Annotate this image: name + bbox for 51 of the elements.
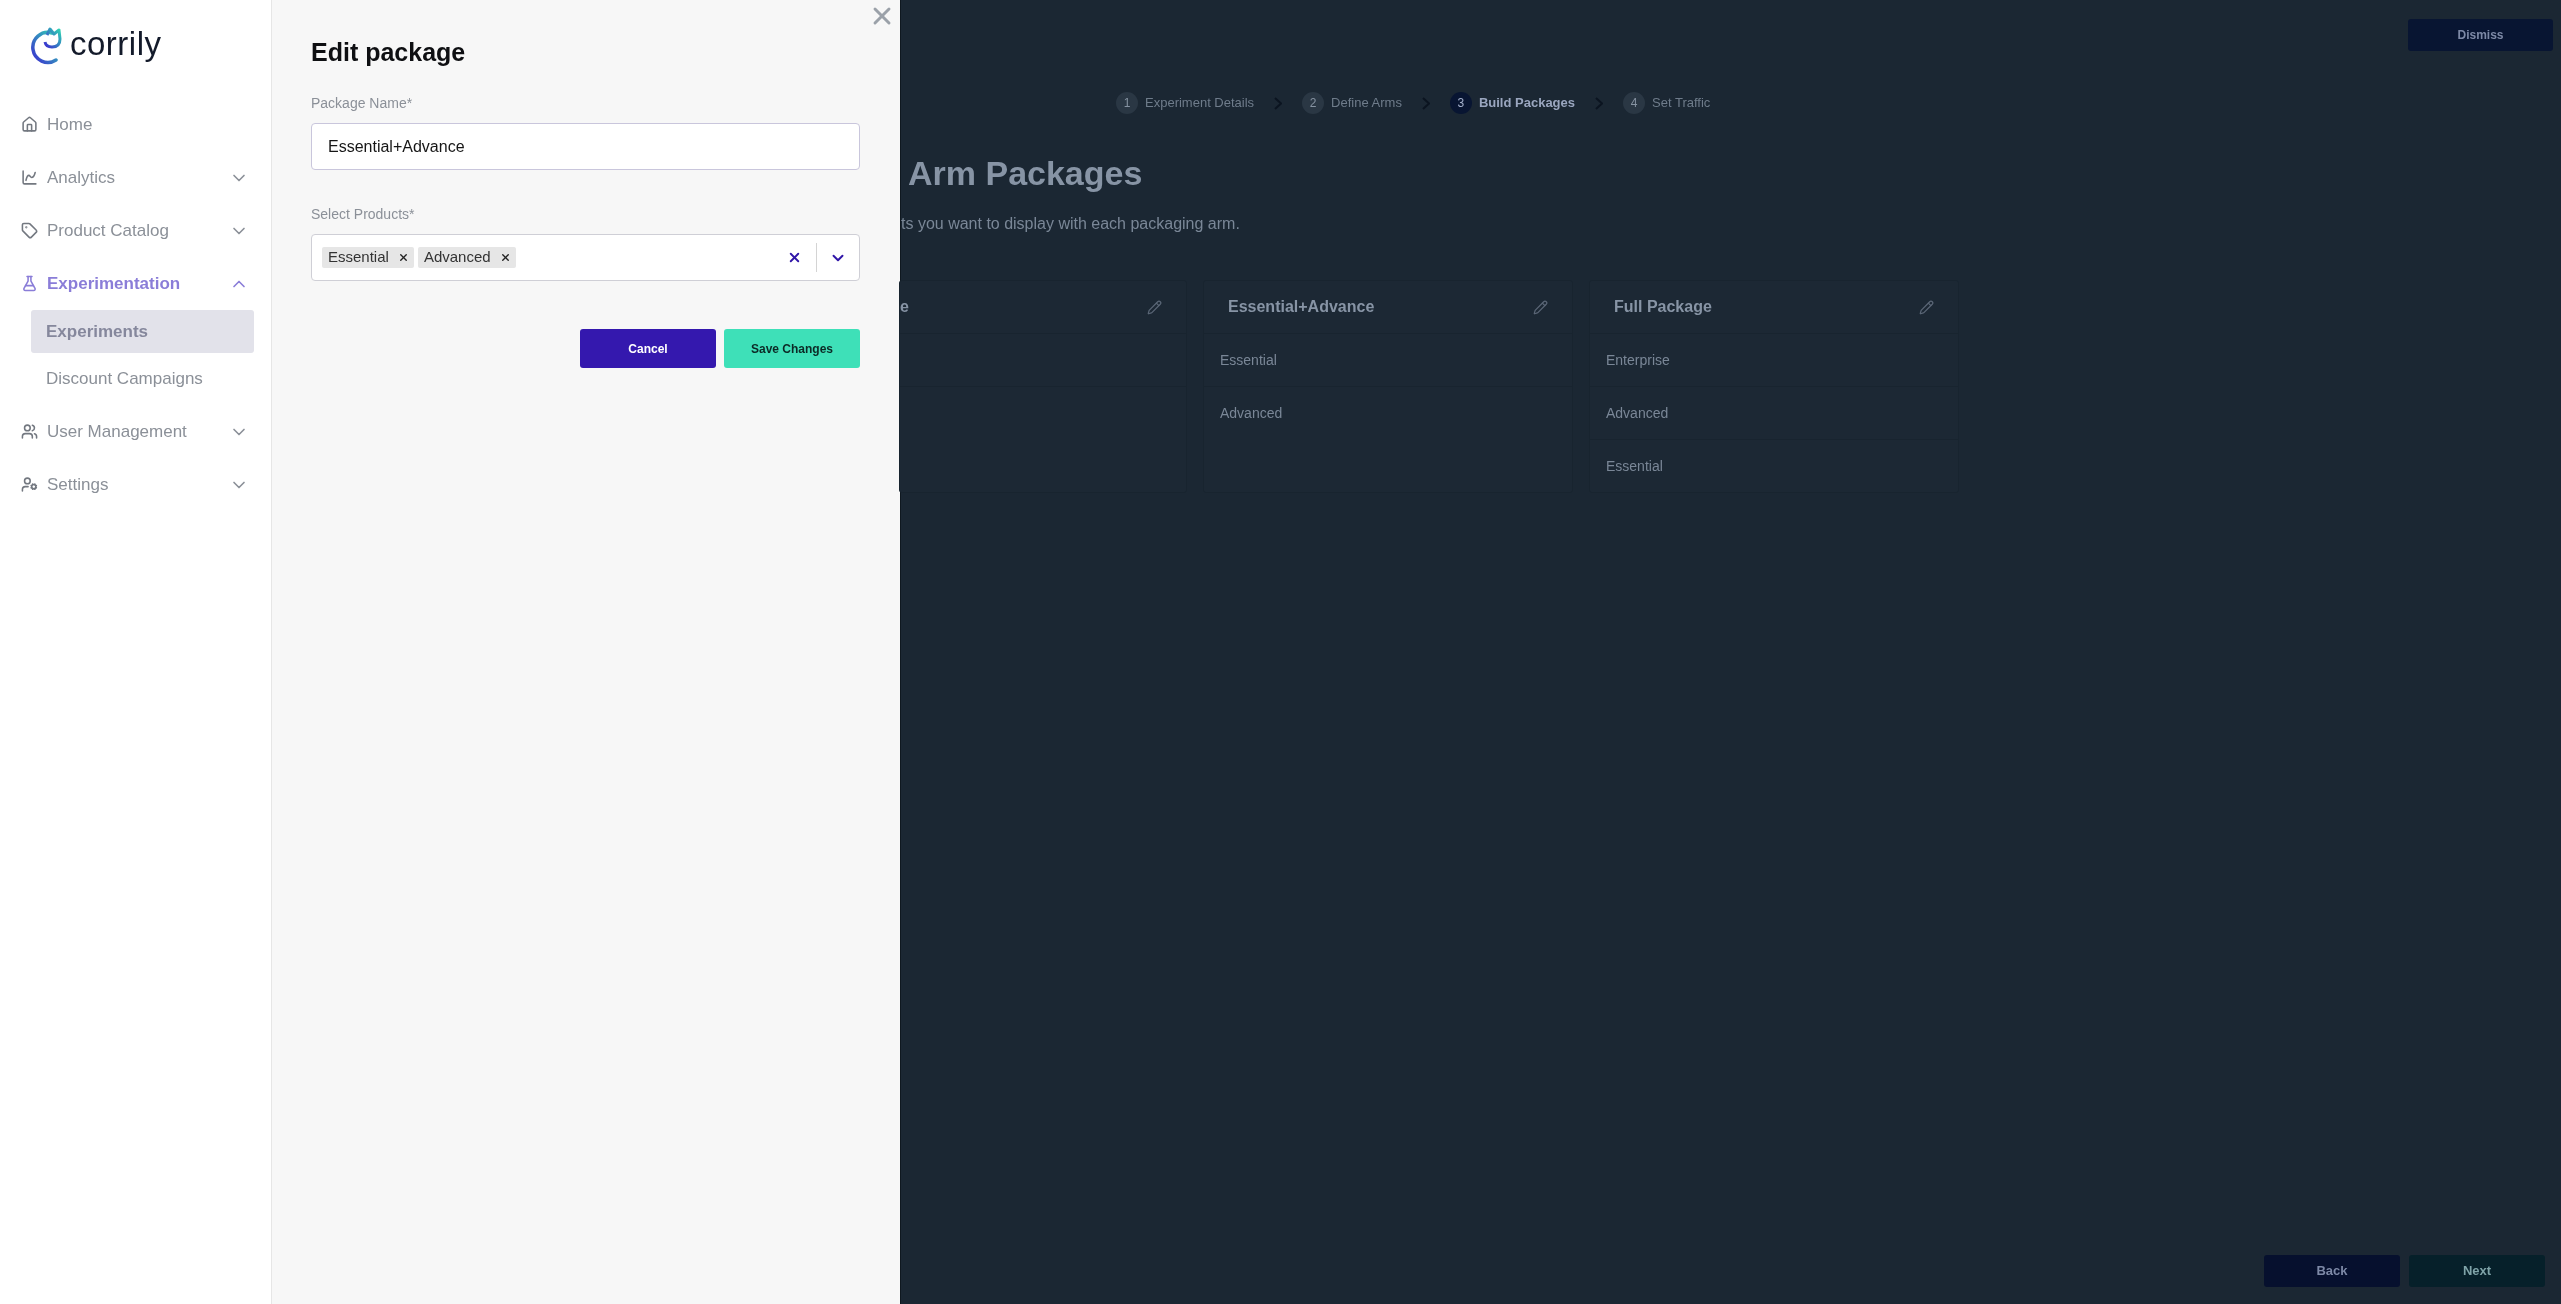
sidebar-item[interactable]: Settings bbox=[0, 458, 271, 511]
panel-title: Edit package bbox=[311, 37, 467, 68]
package-name: Full Package bbox=[1614, 297, 1713, 317]
step-label: Set Traffic bbox=[1652, 94, 1711, 113]
submenu-item[interactable]: Discount Campaigns bbox=[31, 357, 254, 400]
field-label: Select Products* bbox=[311, 205, 416, 224]
field-label: Package Name* bbox=[311, 94, 414, 113]
user-gear-icon bbox=[21, 476, 38, 493]
edit-icon[interactable] bbox=[1147, 299, 1162, 315]
sidebar-item[interactable]: Product Catalog bbox=[0, 204, 271, 257]
home-icon bbox=[21, 116, 38, 133]
users-icon bbox=[21, 423, 38, 440]
tag-label: Advanced bbox=[423, 247, 491, 268]
package-name: e bbox=[900, 297, 910, 317]
step-number: 1 bbox=[1116, 92, 1138, 114]
product-name: Essential bbox=[1220, 350, 1277, 370]
products-select[interactable]: Essential Advanced bbox=[311, 234, 860, 281]
step-label: Build Packages bbox=[1478, 94, 1576, 113]
step-number: 2 bbox=[1302, 92, 1325, 114]
logo-text: corrily bbox=[70, 26, 162, 60]
sidebar-item[interactable]: Analytics bbox=[0, 151, 271, 204]
package-name: Essential+Advance bbox=[1228, 297, 1376, 317]
product-name: Advanced bbox=[1220, 403, 1283, 423]
chart-icon bbox=[21, 169, 38, 186]
edit-icon[interactable] bbox=[1533, 299, 1548, 315]
step-number: 3 bbox=[1449, 92, 1472, 114]
page-title: Arm Packages bbox=[908, 153, 1144, 193]
flask-icon bbox=[21, 275, 38, 292]
next-button[interactable]: Next bbox=[2409, 1255, 2545, 1287]
remove-tag-icon[interactable] bbox=[499, 252, 511, 263]
step-label: Define Arms bbox=[1331, 94, 1402, 113]
sidebar-item[interactable]: Experimentation bbox=[0, 257, 271, 310]
submenu-item[interactable]: Experiments bbox=[31, 310, 254, 353]
cancel-button[interactable]: Cancel bbox=[580, 329, 716, 368]
step-label: Experiment Details bbox=[1145, 94, 1255, 113]
back-button[interactable]: Back bbox=[2264, 1255, 2400, 1287]
sidebar-item[interactable]: User Management bbox=[0, 405, 271, 458]
page-subtitle: ts you want to display with each packaging arm. bbox=[901, 214, 1241, 234]
step-number: 4 bbox=[1623, 92, 1646, 114]
package-name-field[interactable]: Essential+Advance bbox=[311, 123, 860, 170]
product-name: Advanced bbox=[1606, 403, 1669, 423]
tag-icon bbox=[21, 222, 38, 239]
remove-tag-icon[interactable] bbox=[397, 252, 409, 263]
dismiss-button[interactable]: Dismiss bbox=[2408, 19, 2553, 51]
product-name: Enterprise bbox=[1606, 350, 1670, 370]
edit-icon[interactable] bbox=[1919, 299, 1934, 315]
clear-icon[interactable] bbox=[787, 250, 802, 265]
tag-label: Essential bbox=[328, 247, 389, 268]
product-name: Essential bbox=[1606, 456, 1663, 476]
save-changes-button[interactable]: Save Changes bbox=[724, 329, 860, 368]
sidebar-item[interactable]: Home bbox=[0, 98, 271, 151]
